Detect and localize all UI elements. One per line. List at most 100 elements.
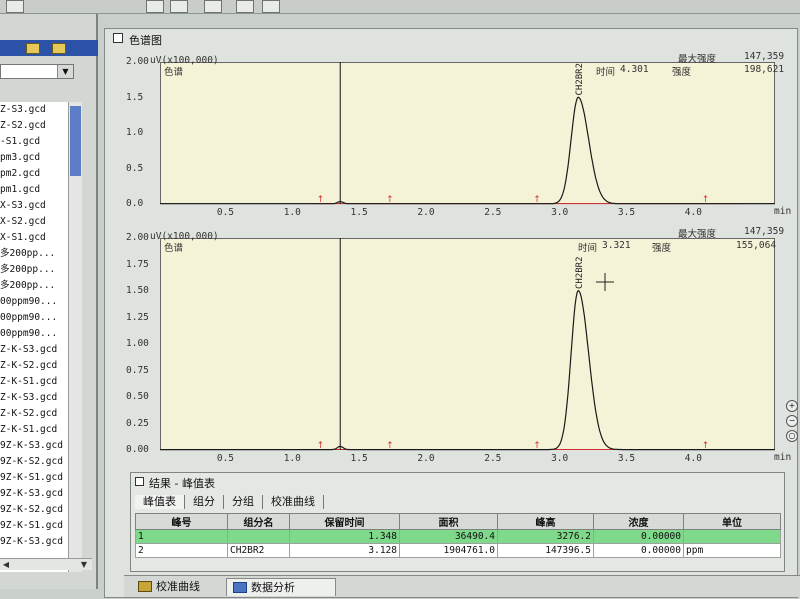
- cell-unit: [683, 529, 781, 544]
- file-list-scrollbar[interactable]: [68, 102, 82, 572]
- file-list-item[interactable]: Z-S2.gcd: [0, 118, 68, 134]
- file-list-item[interactable]: -S1.gcd: [0, 134, 68, 150]
- y-tick-label: 1.0: [126, 127, 144, 138]
- top-chromatogram-svg: ↑ ↑ ↑ ↑ CH2BR2: [160, 62, 775, 205]
- tab-component[interactable]: 组分: [185, 495, 224, 509]
- file-list-hscrollbar[interactable]: ◀ ▼: [0, 558, 92, 570]
- file-list-item[interactable]: pm1.gcd: [0, 182, 68, 198]
- y-tick-label: 1.50: [126, 285, 149, 296]
- cell-height: 147396.5: [497, 543, 594, 558]
- window-title: 色谱图: [129, 34, 162, 47]
- file-list-item[interactable]: 多200pp...: [0, 262, 68, 278]
- save-icon[interactable]: [170, 0, 188, 13]
- data-analysis-icon: [233, 582, 247, 593]
- x-tick-label: 0.5: [216, 207, 235, 218]
- y-tick-label: 0.00: [126, 444, 149, 455]
- tab-group[interactable]: 分组: [224, 495, 263, 509]
- file-list-item[interactable]: X-S3.gcd: [0, 198, 68, 214]
- file-list-item[interactable]: Z-K-S3.gcd: [0, 390, 68, 406]
- folder-combo[interactable]: ▼: [0, 64, 74, 79]
- tab-peak-table[interactable]: 峰值表: [135, 495, 185, 509]
- cell-retention-time: 1.348: [289, 529, 400, 544]
- file-list-item[interactable]: X-S1.gcd: [0, 230, 68, 246]
- folder-open-icon[interactable]: [52, 43, 66, 54]
- y-tick-label: 1.00: [126, 338, 149, 349]
- x-tick-label: 3.0: [551, 453, 569, 464]
- file-list-item[interactable]: 9Z-K-S2.gcd: [0, 454, 68, 470]
- file-list-item[interactable]: 00ppm90...: [0, 326, 68, 342]
- x-tick-label: 4.0: [684, 453, 702, 464]
- settings-icon[interactable]: [262, 0, 280, 13]
- x-tick-label: 1.0: [283, 453, 301, 464]
- folder-icon[interactable]: [26, 43, 40, 54]
- file-list-item[interactable]: 9Z-K-S1.gcd: [0, 518, 68, 534]
- file-list-item[interactable]: Z-K-S1.gcd: [0, 374, 68, 390]
- x-tick-label: 1.0: [283, 207, 301, 218]
- tab-calibration-curve[interactable]: 校准曲线: [132, 578, 220, 596]
- y-tick-label: 0.25: [126, 417, 149, 429]
- integration-marker: ↑: [702, 441, 710, 451]
- open-icon[interactable]: [146, 0, 164, 13]
- table-row[interactable]: 2 CH2BR2 3.128 1904761.0 147396.5 0.0000…: [135, 543, 781, 558]
- tool-icon[interactable]: [6, 0, 24, 13]
- col-concentration[interactable]: 浓度: [593, 513, 684, 530]
- file-list-item[interactable]: 多200pp...: [0, 278, 68, 294]
- chevron-left-icon[interactable]: ◀: [0, 559, 12, 570]
- tab-calibration[interactable]: 校准曲线: [263, 495, 324, 509]
- col-component[interactable]: 组分名: [227, 513, 290, 530]
- chromatogram-trace: [160, 289, 775, 451]
- col-height[interactable]: 峰高: [497, 513, 594, 530]
- bottom-chromatogram-svg: ↑ ↑ ↑ ↑ CH2BR2: [160, 238, 775, 451]
- chevron-down-icon[interactable]: ▼: [57, 65, 73, 78]
- integration-marker: ↑: [317, 441, 325, 451]
- y-tick-label: 1.75: [126, 258, 149, 270]
- chevron-down-icon[interactable]: ▼: [78, 559, 90, 570]
- file-list-item[interactable]: 00ppm90...: [0, 294, 68, 310]
- window-collapse-icon[interactable]: [113, 33, 123, 43]
- integration-marker: ↑: [386, 195, 394, 205]
- file-list-item[interactable]: pm2.gcd: [0, 166, 68, 182]
- file-list-item[interactable]: Z-K-S1.gcd: [0, 422, 68, 438]
- x-tick-label: 2.0: [417, 453, 435, 464]
- file-list-item[interactable]: Z-S3.gcd: [0, 102, 68, 118]
- file-list-item[interactable]: X-S2.gcd: [0, 214, 68, 230]
- x-tick-label: 0.5: [216, 453, 235, 464]
- table-row[interactable]: 1 1.348 36490.4 3276.2 0.00000: [135, 529, 781, 544]
- file-list-item[interactable]: Z-K-S2.gcd: [0, 358, 68, 374]
- integration-marker: ↑: [317, 195, 325, 205]
- tab-data-analysis[interactable]: 数据分析: [226, 578, 336, 596]
- integration-marker: ↑: [533, 441, 541, 451]
- file-list-item[interactable]: 00ppm90...: [0, 310, 68, 326]
- file-list-item[interactable]: 多200pp...: [0, 246, 68, 262]
- file-list-item[interactable]: Z-K-S2.gcd: [0, 406, 68, 422]
- integration-marker: ↑: [702, 195, 710, 205]
- zoom-reset-icon[interactable]: ○: [786, 430, 798, 442]
- file-list-item[interactable]: Z-K-S3.gcd: [0, 342, 68, 358]
- col-unit[interactable]: 单位: [683, 513, 781, 530]
- peak-table: 峰号 组分名 保留时间 面积 峰高 浓度 单位 1 1.348 36490.4 …: [135, 513, 781, 558]
- file-list-item[interactable]: 9Z-K-S2.gcd: [0, 502, 68, 518]
- x-tick-label: 3.5: [617, 453, 636, 464]
- cell-concentration: 0.00000: [593, 529, 684, 544]
- col-area[interactable]: 面积: [399, 513, 498, 530]
- col-peak-no[interactable]: 峰号: [135, 513, 228, 530]
- print-icon[interactable]: [204, 0, 222, 13]
- y-tick-label: 2.00: [126, 232, 149, 243]
- zoom-in-icon[interactable]: +: [786, 400, 798, 412]
- zoom-out-icon[interactable]: −: [786, 415, 798, 427]
- file-list-item[interactable]: 9Z-K-S3.gcd: [0, 438, 68, 454]
- cell-retention-time: 3.128: [289, 543, 400, 558]
- file-list-item[interactable]: 9Z-K-S1.gcd: [0, 470, 68, 486]
- scrollbar-thumb[interactable]: [70, 106, 81, 176]
- results-collapse-icon[interactable]: [135, 477, 144, 486]
- x-tick-label: 2.5: [484, 453, 502, 464]
- cell-area: 1904761.0: [399, 543, 498, 558]
- view-icon[interactable]: [236, 0, 254, 13]
- chromatogram-trace: [160, 96, 775, 205]
- cell-component: [227, 529, 290, 544]
- col-retention-time[interactable]: 保留时间: [289, 513, 400, 530]
- file-list-item[interactable]: 9Z-K-S3.gcd: [0, 486, 68, 502]
- x-tick-label: 1.5: [350, 207, 368, 218]
- file-list-item[interactable]: 9Z-K-S3.gcd: [0, 534, 68, 550]
- file-list-item[interactable]: pm3.gcd: [0, 150, 68, 166]
